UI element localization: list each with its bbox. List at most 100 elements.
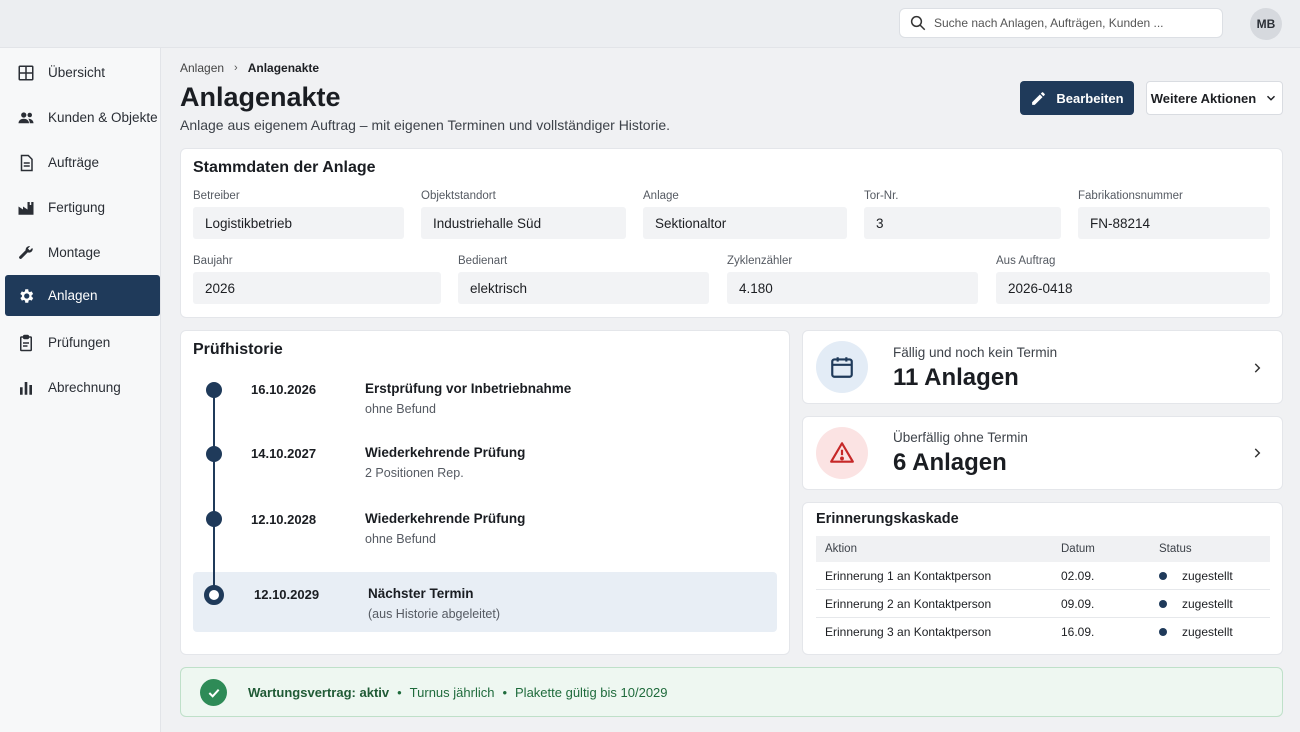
edit-button-label: Bearbeiten <box>1056 90 1124 106</box>
cell-status: zugestellt <box>1182 597 1233 611</box>
timeline-date: 16.10.2026 <box>251 382 317 397</box>
column-header-aktion: Aktion <box>825 543 857 555</box>
search-icon <box>910 15 926 31</box>
sidebar-item-label: Übersicht <box>48 65 106 80</box>
stat-icon-circle <box>816 341 868 393</box>
sidebar: Übersicht Kunden & Objekte Aufträge Fert… <box>0 48 161 732</box>
cell-status: zugestellt <box>1182 569 1233 583</box>
cell-datum: 16.09. <box>1061 625 1095 639</box>
sidebar-item-label: Montage <box>48 245 101 260</box>
chevron-right-icon: › <box>234 62 238 74</box>
field-label-bedienart: Bedienart <box>458 255 508 267</box>
bar-chart-icon <box>20 381 32 395</box>
field-betreiber[interactable]: Logistikbetrieb <box>193 207 404 239</box>
field-zyklenzaehler[interactable]: 4.180 <box>727 272 978 304</box>
sidebar-item-pruefungen[interactable]: Prüfungen <box>5 322 160 363</box>
timeline-sub: ohne Befund <box>365 402 436 416</box>
stat-value: 11 Anlagen <box>893 364 1019 391</box>
cell-datum: 09.09. <box>1061 597 1095 611</box>
contract-status: Wartungsvertrag: aktiv <box>248 685 390 700</box>
factory-icon <box>18 201 34 215</box>
search-box[interactable] <box>899 8 1223 38</box>
check-circle-icon <box>200 679 227 706</box>
contract-plakette: Plakette gültig bis 10/2029 <box>515 685 668 700</box>
table-row: Erinnerung 2 an Kontaktperson 09.09. zug… <box>816 590 1270 618</box>
page-subtitle: Anlage aus eigenem Auftrag – mit eigenen… <box>180 117 671 133</box>
stat-card-faellig[interactable] <box>802 330 1283 404</box>
wrench-icon <box>19 245 33 259</box>
sidebar-item-label: Abrechnung <box>48 380 121 395</box>
timeline-date: 12.10.2028 <box>251 512 317 527</box>
field-label-fabrikationsnummer: Fabrikationsnummer <box>1078 190 1183 202</box>
stat-icon-circle <box>816 427 868 479</box>
timeline-date: 14.10.2027 <box>251 446 317 461</box>
top-bar: MB <box>0 0 1300 48</box>
contract-banner: Wartungsvertrag: aktiv • Turnus jährlich… <box>180 667 1283 717</box>
erinnerung-title: Erinnerungskaskade <box>816 511 959 527</box>
stat-label: Fällig und noch kein Termin <box>893 345 1058 360</box>
timeline-line <box>213 390 215 595</box>
bullet-separator: • <box>502 685 508 700</box>
timeline-sub: ohne Befund <box>365 532 436 546</box>
sidebar-item-uebersicht[interactable]: Übersicht <box>5 52 160 93</box>
field-aus-auftrag[interactable]: 2026-0418 <box>996 272 1270 304</box>
timeline-title: Nächster Termin <box>368 586 474 601</box>
status-dot <box>1159 628 1167 636</box>
clipboard-icon <box>20 334 32 351</box>
users-icon <box>18 111 34 123</box>
page-title: Anlagenakte <box>180 82 341 112</box>
sidebar-item-abrechnung[interactable]: Abrechnung <box>5 367 160 408</box>
field-label-betreiber: Betreiber <box>193 190 240 202</box>
field-tor-nr[interactable]: 3 <box>864 207 1061 239</box>
timeline-dot <box>206 511 222 527</box>
timeline-dot <box>206 446 222 462</box>
sidebar-item-anlagen[interactable]: Anlagen <box>5 275 160 316</box>
stat-label: Überfällig ohne Termin <box>893 430 1028 445</box>
table-row: Erinnerung 1 an Kontaktperson 02.09. zug… <box>816 562 1270 590</box>
contract-turnus: Turnus jährlich <box>409 685 495 700</box>
sidebar-item-kunden[interactable]: Kunden & Objekte <box>5 97 160 138</box>
calendar-icon <box>831 357 853 378</box>
sidebar-item-label: Kunden & Objekte <box>48 110 158 125</box>
timeline-dot <box>206 382 222 398</box>
field-fabrikationsnummer[interactable]: FN-88214 <box>1078 207 1270 239</box>
edit-button[interactable]: Bearbeiten <box>1020 81 1134 115</box>
cell-aktion: Erinnerung 3 an Kontaktperson <box>825 625 992 639</box>
field-label-baujahr: Baujahr <box>193 255 233 267</box>
breadcrumb-parent[interactable]: Anlagen <box>180 61 224 75</box>
sidebar-item-fertigung[interactable]: Fertigung <box>5 187 160 228</box>
cell-aktion: Erinnerung 1 an Kontaktperson <box>825 569 992 583</box>
timeline-sub: (aus Historie abgeleitet) <box>368 607 501 621</box>
field-anlage[interactable]: Sektionaltor <box>643 207 847 239</box>
sidebar-item-montage[interactable]: Montage <box>5 232 160 273</box>
field-label-anlage: Anlage <box>643 190 679 202</box>
timeline-next-ring <box>204 585 224 605</box>
sidebar-item-label: Aufträge <box>48 155 100 170</box>
sidebar-item-auftraege[interactable]: Aufträge <box>5 142 160 183</box>
search-input[interactable] <box>934 16 1214 30</box>
avatar[interactable]: MB <box>1250 8 1282 40</box>
cell-aktion: Erinnerung 2 an Kontaktperson <box>825 597 992 611</box>
bullet-separator: • <box>397 685 402 700</box>
sidebar-item-label: Prüfungen <box>48 335 111 350</box>
field-baujahr[interactable]: 2026 <box>193 272 441 304</box>
cell-status: zugestellt <box>1182 625 1233 639</box>
breadcrumb: Anlagen › Anlagenakte <box>180 61 319 75</box>
more-actions-button[interactable]: Weitere Aktionen <box>1146 81 1283 115</box>
timeline-sub: 2 Positionen Rep. <box>365 466 464 480</box>
column-header-status: Status <box>1159 543 1192 555</box>
chevron-down-icon <box>1267 95 1276 101</box>
field-bedienart[interactable]: elektrisch <box>458 272 709 304</box>
chevron-right-icon <box>1254 363 1261 373</box>
field-objektstandort[interactable]: Industriehalle Süd <box>421 207 626 239</box>
stat-card-ueberfaellig[interactable] <box>802 416 1283 490</box>
table-header: Aktion Datum Status <box>816 536 1270 562</box>
field-label-aus-auftrag: Aus Auftrag <box>996 255 1056 267</box>
status-dot <box>1159 572 1167 580</box>
grid-icon <box>18 65 34 80</box>
contract-text: Wartungsvertrag: aktiv • Turnus jährlich… <box>248 685 668 700</box>
document-icon <box>20 154 33 171</box>
pruefhistorie-title: Prüfhistorie <box>193 341 283 358</box>
field-label-zyklenzaehler: Zyklenzähler <box>727 255 793 267</box>
cell-datum: 02.09. <box>1061 569 1095 583</box>
